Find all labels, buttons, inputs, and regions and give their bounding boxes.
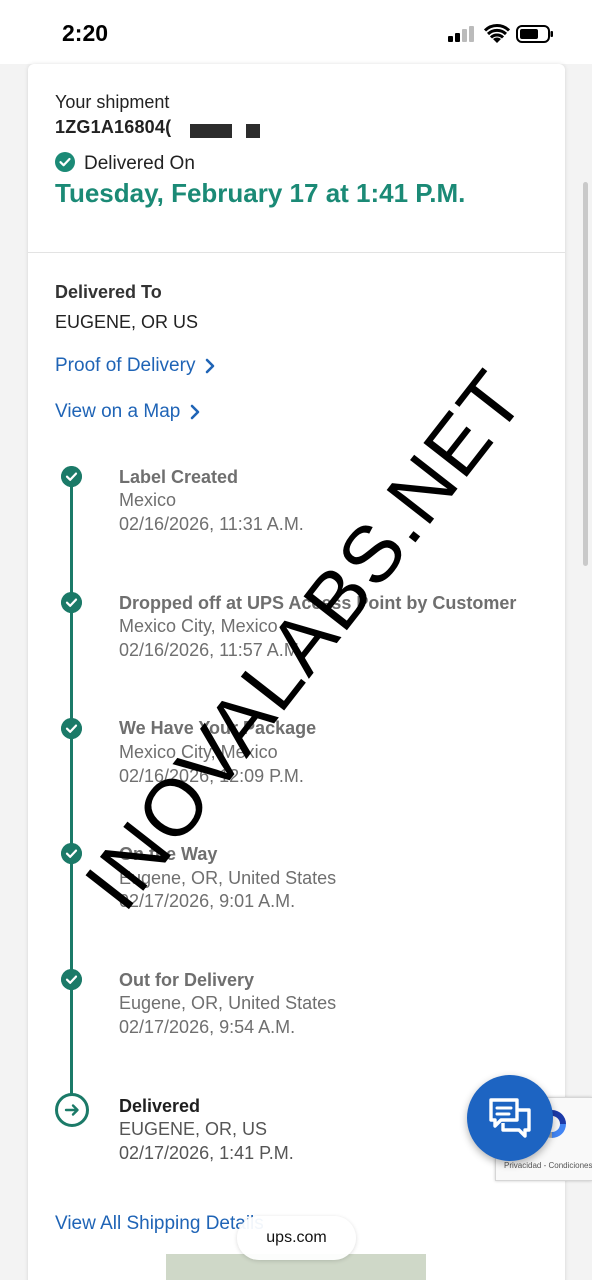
chevron-right-icon <box>206 358 215 374</box>
delivered-to-address: EUGENE, OR US <box>55 312 199 332</box>
timeline-event-location: Eugene, OR, United States <box>119 868 337 888</box>
browser-url: ups.com <box>266 1229 327 1246</box>
check-circle-icon <box>61 969 82 990</box>
delivery-datetime: Tuesday, February 17 at 1:41 P.M. <box>55 178 466 208</box>
timeline-event-datetime: 02/16/2026, 11:57 A.M. <box>119 640 304 660</box>
timeline-event-location: Mexico <box>119 490 177 510</box>
timeline-event-title: Out for Delivery <box>119 970 255 990</box>
timeline-track <box>70 480 73 1105</box>
timeline-event-title: Label Created <box>119 467 239 487</box>
timeline-event-title: We Have Your Package <box>119 718 317 738</box>
check-circle-icon <box>61 592 82 613</box>
arrow-circle-icon <box>55 1093 89 1127</box>
redaction-mark <box>190 124 232 138</box>
proof-of-delivery-link[interactable]: Proof of Delivery <box>55 355 215 377</box>
view-all-shipping-details-link[interactable]: View All Shipping Details <box>55 1213 264 1235</box>
proof-of-delivery-label: Proof of Delivery <box>55 355 196 376</box>
divider <box>28 252 565 253</box>
timeline-event-datetime: 02/16/2026, 11:31 A.M. <box>119 514 304 534</box>
view-on-map-link[interactable]: View on a Map <box>55 401 200 423</box>
scrollbar[interactable] <box>583 182 588 566</box>
timeline-event-title: Dropped off at UPS Access Point by Custo… <box>119 593 517 613</box>
chat-icon <box>489 1098 531 1138</box>
check-circle-icon <box>61 466 82 487</box>
chevron-right-icon <box>191 404 200 420</box>
delivered-to-label: Delivered To <box>55 282 162 302</box>
chat-button[interactable] <box>467 1075 553 1161</box>
check-circle-icon <box>61 718 82 739</box>
timeline-event-datetime: 02/17/2026, 9:54 A.M. <box>119 1017 296 1037</box>
timeline-event-location: EUGENE, OR, US <box>119 1119 268 1139</box>
browser-url-bar[interactable]: ups.com <box>237 1216 356 1260</box>
delivered-on-label: Delivered On <box>84 153 195 174</box>
timeline-event-location: Mexico City, Mexico <box>119 742 278 762</box>
your-shipment-label: Your shipment <box>55 92 170 112</box>
clock: 2:20 <box>62 20 109 46</box>
redaction-mark <box>246 124 260 138</box>
recaptcha-privacy-terms[interactable]: Privacidad - Condiciones <box>504 1161 592 1170</box>
cellular-signal-icon <box>448 24 476 44</box>
timeline-event-title: Delivered <box>119 1096 201 1116</box>
timeline-event-datetime: 02/17/2026, 1:41 P.M. <box>119 1143 294 1163</box>
battery-icon <box>516 25 553 43</box>
timeline-event-datetime: 02/17/2026, 9:01 A.M. <box>119 891 296 911</box>
timeline-event-title: On the Way <box>119 844 218 864</box>
status-bar: 2:20 <box>0 0 592 64</box>
wifi-icon <box>484 24 510 43</box>
timeline-event-location: Eugene, OR, United States <box>119 993 337 1013</box>
view-on-map-label: View on a Map <box>55 401 181 422</box>
check-circle-icon <box>61 843 82 864</box>
timeline-event-datetime: 02/16/2026, 12:09 P.M. <box>119 766 304 786</box>
timeline-event-location: Mexico City, Mexico <box>119 616 278 636</box>
check-circle-icon <box>55 152 75 172</box>
tracking-number: 1ZG1A16804( <box>55 117 172 137</box>
